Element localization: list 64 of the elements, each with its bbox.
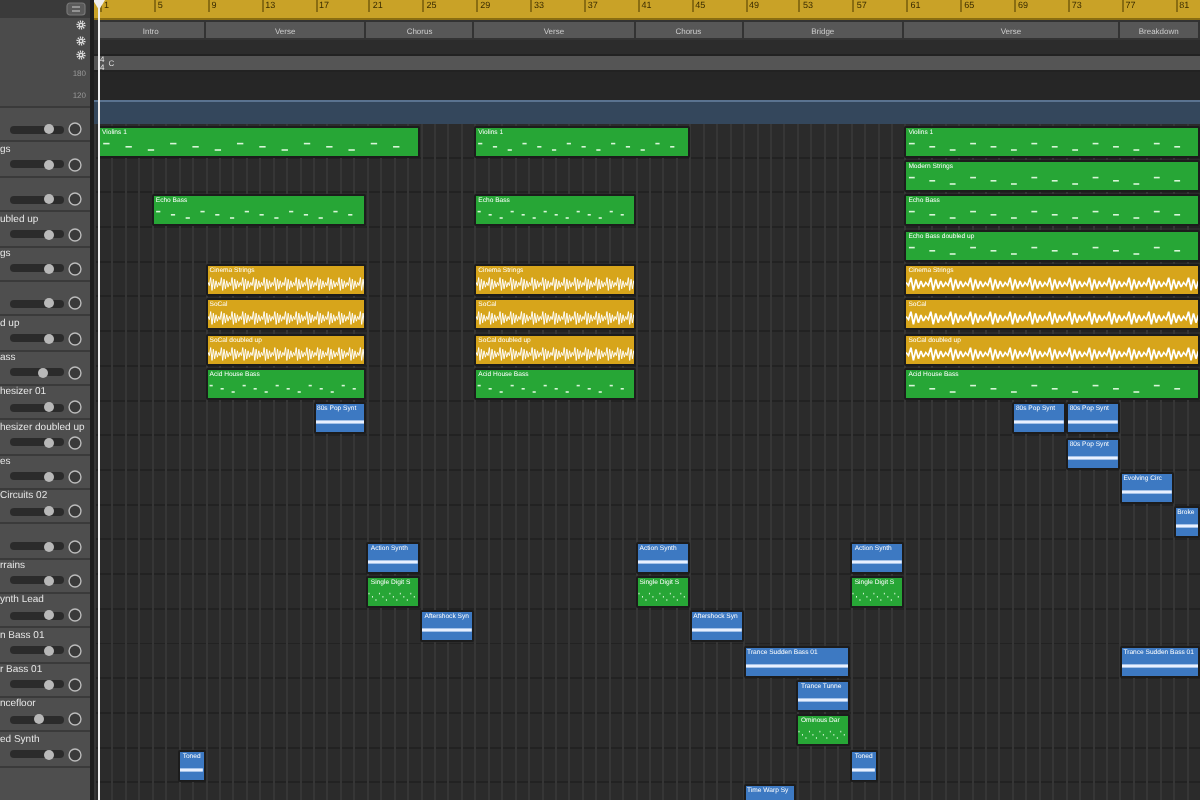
pan-knob-icon[interactable] [68, 122, 82, 137]
slider-thumb[interactable] [43, 610, 54, 621]
pan-knob-icon[interactable] [68, 747, 82, 762]
slider-thumb[interactable] [43, 124, 54, 135]
track-header[interactable] [0, 175, 90, 211]
pattern-drawing [1121, 484, 1172, 500]
slider-thumb[interactable] [43, 194, 54, 205]
volume-slider[interactable] [10, 438, 64, 447]
slider-thumb[interactable] [43, 402, 54, 413]
playhead[interactable] [94, 0, 106, 800]
volume-slider[interactable] [10, 230, 64, 238]
pan-knob-icon[interactable] [68, 608, 82, 623]
volume-slider[interactable] [10, 403, 64, 412]
pan-knob-icon[interactable] [68, 573, 82, 588]
pan-knob-icon[interactable] [68, 469, 82, 484]
track-header[interactable] [0, 106, 90, 141]
volume-slider[interactable] [10, 264, 64, 273]
slider-thumb[interactable] [43, 298, 54, 309]
track-header[interactable] [0, 279, 90, 315]
slider-thumb[interactable] [34, 714, 45, 725]
pan-knob-icon[interactable] [68, 157, 82, 172]
pan-knob-icon[interactable] [68, 192, 82, 207]
slider-thumb[interactable] [43, 159, 54, 170]
volume-slider[interactable] [10, 368, 64, 377]
pan-knob-icon[interactable] [68, 504, 82, 519]
volume-slider[interactable] [10, 715, 64, 724]
slider-thumb[interactable] [43, 749, 54, 760]
slider-thumb[interactable] [43, 333, 54, 344]
slider-thumb[interactable] [43, 679, 54, 690]
pan-knob-icon[interactable] [68, 261, 82, 276]
volume-slider[interactable] [10, 125, 64, 134]
volume-slider[interactable] [10, 750, 64, 759]
pan-knob-icon[interactable] [68, 400, 82, 415]
volume-slider[interactable] [10, 680, 64, 689]
slider-thumb[interactable] [43, 645, 54, 656]
volume-slider[interactable] [10, 299, 64, 308]
volume-slider[interactable] [10, 542, 64, 551]
slider-thumb[interactable] [43, 263, 54, 274]
pan-knob-icon[interactable] [68, 539, 82, 554]
pan-knob-icon[interactable] [68, 331, 82, 346]
list-view-icon[interactable] [66, 1, 86, 16]
slider-thumb[interactable] [43, 506, 54, 517]
volume-slider[interactable] [10, 576, 64, 585]
slider-thumb[interactable] [43, 575, 54, 586]
pan-knob-icon[interactable] [68, 677, 82, 692]
slider-thumb[interactable] [43, 229, 54, 239]
slider-thumb[interactable] [43, 437, 54, 448]
pan-knob-icon[interactable] [68, 435, 82, 450]
volume-slider[interactable] [10, 160, 64, 169]
pan-knob-icon[interactable] [68, 227, 82, 241]
volume-slider[interactable] [10, 334, 64, 343]
pan-knob-icon[interactable] [68, 365, 82, 380]
track-header[interactable] [0, 522, 90, 558]
pan-knob-icon[interactable] [68, 296, 82, 311]
slider-thumb[interactable] [43, 471, 54, 482]
volume-slider[interactable] [10, 646, 64, 655]
volume-slider[interactable] [10, 195, 64, 204]
volume-slider[interactable] [10, 472, 64, 481]
volume-slider[interactable] [10, 507, 64, 516]
volume-slider[interactable] [10, 611, 64, 620]
slider-thumb[interactable] [43, 541, 54, 552]
pan-knob-icon[interactable] [68, 712, 82, 727]
slider-thumb[interactable] [38, 367, 49, 378]
pan-knob-icon[interactable] [68, 643, 82, 658]
